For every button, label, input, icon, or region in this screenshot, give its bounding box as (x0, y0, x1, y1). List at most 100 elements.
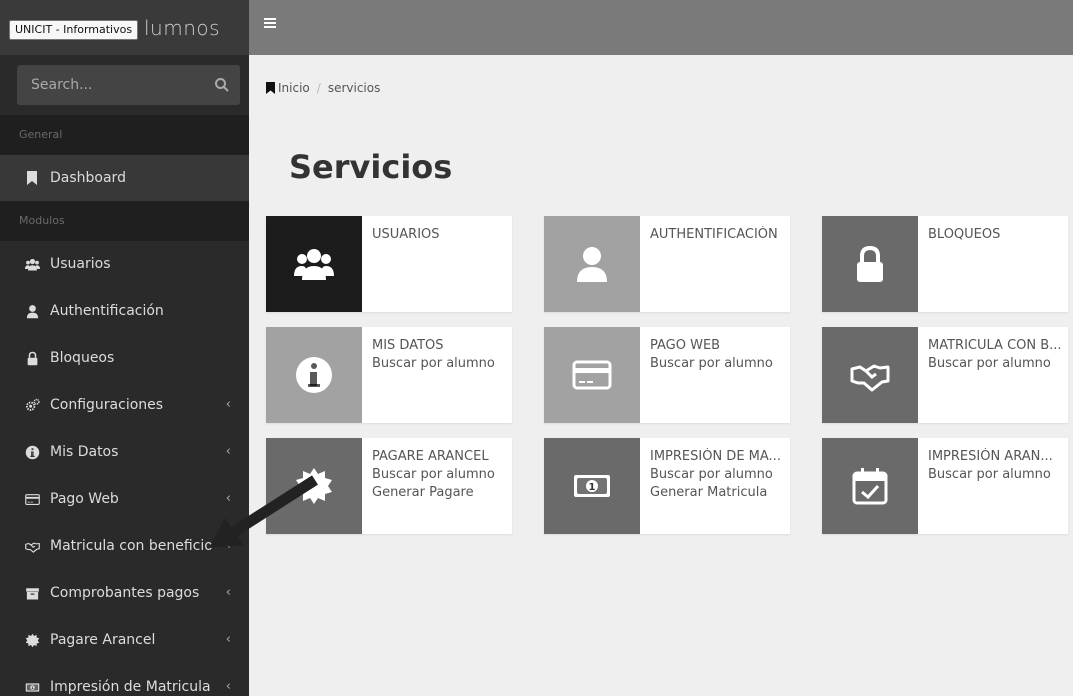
lock-icon (24, 350, 40, 366)
users-icon (266, 216, 362, 312)
sidebar-item-label: Impresión de Matricula (50, 679, 211, 695)
chevron-left-icon: ‹ (225, 632, 231, 647)
sidebar-header-modulos: Modulos (0, 201, 249, 241)
tile-link[interactable]: Generar Matricula (650, 484, 784, 502)
tile-title: USUARIOS (372, 227, 440, 242)
service-tile[interactable]: USUARIOS (266, 216, 512, 312)
info-icon (266, 327, 362, 423)
tile-title: PAGARE ARANCEL (372, 449, 489, 464)
tile-body: IMPRESIÓN ARAN... Buscar por alumno (928, 448, 1062, 484)
chevron-left-icon: ‹ (225, 397, 231, 412)
handshake-icon (822, 327, 918, 423)
bookmark-icon (266, 82, 275, 94)
menu-toggle-icon[interactable] (263, 16, 283, 36)
info-icon (24, 444, 40, 460)
sidebar-item-dashboard[interactable]: Dashboard (0, 155, 249, 201)
search-box (17, 65, 240, 105)
users-icon (24, 256, 40, 272)
sidebar-item-usuarios[interactable]: Usuarios (0, 241, 249, 287)
breadcrumb-separator: / (316, 81, 321, 95)
credit-card-icon (544, 327, 640, 423)
svg-text:1: 1 (589, 482, 596, 493)
sidebar-item-label: Pagare Arancel (50, 632, 156, 648)
chevron-left-icon: ‹ (225, 585, 231, 600)
tile-body: MIS DATOS Buscar por alumno (372, 337, 506, 373)
tile-link[interactable]: Buscar por alumno (650, 355, 784, 373)
cogs-icon (24, 397, 40, 413)
tile-link[interactable]: Buscar por alumno (650, 466, 784, 484)
user-icon (544, 216, 640, 312)
chevron-left-icon: ‹ (225, 491, 231, 506)
tile-link[interactable]: Generar Pagare (372, 484, 506, 502)
sidebar-item-comprobantes-pagos[interactable]: Comprobantes pagos ‹ (0, 570, 249, 616)
tile-title: AUTHENTIFICACIÓN (650, 227, 778, 242)
handshake-icon (24, 538, 40, 554)
tile-link[interactable]: Buscar por alumno (372, 466, 506, 484)
tooltip: UNICIT - Informativos (9, 20, 139, 40)
tile-body: PAGO WEB Buscar por alumno (650, 337, 784, 373)
tile-body: BLOQUEOS (928, 226, 1062, 244)
tile-body: USUARIOS (372, 226, 506, 244)
svg-text:1: 1 (31, 686, 34, 690)
certificate-icon (24, 632, 40, 648)
service-tile[interactable]: MIS DATOS Buscar por alumno (266, 327, 512, 423)
service-tile[interactable]: MATRICULA CON B... Buscar por alumno (822, 327, 1068, 423)
user-icon (24, 303, 40, 319)
page-title: Servicios (289, 148, 453, 186)
sidebar-item-label: Configuraciones (50, 397, 164, 413)
money-icon: 1 (24, 679, 40, 695)
sidebar-item-configuraciones[interactable]: Configuraciones ‹ (0, 382, 249, 428)
sidebar-item-matricula-con-beneficio[interactable]: Matricula con beneficio ‹ (0, 523, 249, 569)
tile-title: IMPRESIÓN ARAN... (928, 449, 1053, 464)
service-tile[interactable]: BLOQUEOS (822, 216, 1068, 312)
sidebar-item-label: Mis Datos (50, 444, 119, 460)
tile-body: PAGARE ARANCEL Buscar por alumno Generar P… (372, 448, 506, 502)
service-tile[interactable]: PAGO WEB Buscar por alumno (544, 327, 790, 423)
tile-link[interactable]: Buscar por alumno (372, 355, 506, 373)
tile-title: MATRICULA CON B... (928, 338, 1062, 353)
sidebar-item-mis-datos[interactable]: Mis Datos ‹ (0, 429, 249, 475)
sidebar-header-general: General (0, 115, 249, 155)
chevron-left-icon: ‹ (225, 538, 231, 553)
sidebar-item-authentificación[interactable]: Authentificación (0, 288, 249, 334)
sidebar-item-impresión-de-matricula[interactable]: 1 Impresión de Matricula ‹ (0, 664, 249, 696)
service-tile[interactable]: AUTHENTIFICACIÓN (544, 216, 790, 312)
breadcrumb-home-link[interactable]: Inicio (278, 81, 310, 95)
sidebar-item-label: Comprobantes pagos (50, 585, 200, 601)
service-tile[interactable]: PAGARE ARANCEL Buscar por alumno Generar P… (266, 438, 512, 534)
sidebar-item-label: Matricula con beneficio (50, 538, 213, 554)
archive-icon (24, 585, 40, 601)
tile-body: MATRICULA CON B... Buscar por alumno (928, 337, 1062, 373)
service-tile[interactable]: 1 IMPRESIÓN DE MA... Buscar por alumno Gene… (544, 438, 790, 534)
service-tile[interactable]: IMPRESIÓN ARAN... Buscar por alumno (822, 438, 1068, 534)
search-icon[interactable] (214, 77, 230, 93)
tile-body: IMPRESIÓN DE MA... Buscar por alumno Gener… (650, 448, 784, 502)
calendar-check-icon (822, 438, 918, 534)
sidebar-item-bloqueos[interactable]: Bloqueos (0, 335, 249, 381)
sidebar-item-label: Usuarios (50, 256, 111, 272)
search-input[interactable] (17, 65, 240, 105)
breadcrumb: Inicio / servicios (266, 81, 380, 95)
tile-title: BLOQUEOS (928, 227, 1001, 242)
sidebar-item-label: Dashboard (50, 170, 126, 186)
lock-icon (822, 216, 918, 312)
tile-title: IMPRESIÓN DE MA... (650, 449, 781, 464)
tile-link[interactable]: Buscar por alumno (928, 466, 1062, 484)
chevron-left-icon: ‹ (225, 444, 231, 459)
tile-title: MIS DATOS (372, 338, 444, 353)
sidebar-item-pagare-arancel[interactable]: Pagare Arancel ‹ (0, 617, 249, 663)
tile-body: AUTHENTIFICACIÓN (650, 226, 784, 244)
tile-title: PAGO WEB (650, 338, 721, 353)
sidebar-item-label: Pago Web (50, 491, 119, 507)
sidebar: lumnos UNICIT - Informativos General Das… (0, 0, 249, 696)
certificate-icon (266, 438, 362, 534)
credit-card-icon (24, 491, 40, 507)
topbar (249, 0, 1073, 55)
bookmark-icon (24, 170, 40, 186)
brand-title: lumnos (144, 16, 221, 40)
sidebar-item-label: Authentificación (50, 303, 164, 319)
sidebar-item-pago-web[interactable]: Pago Web ‹ (0, 476, 249, 522)
breadcrumb-current: servicios (327, 81, 381, 95)
tile-link[interactable]: Buscar por alumno (928, 355, 1062, 373)
sidebar-item-label: Bloqueos (50, 350, 115, 366)
